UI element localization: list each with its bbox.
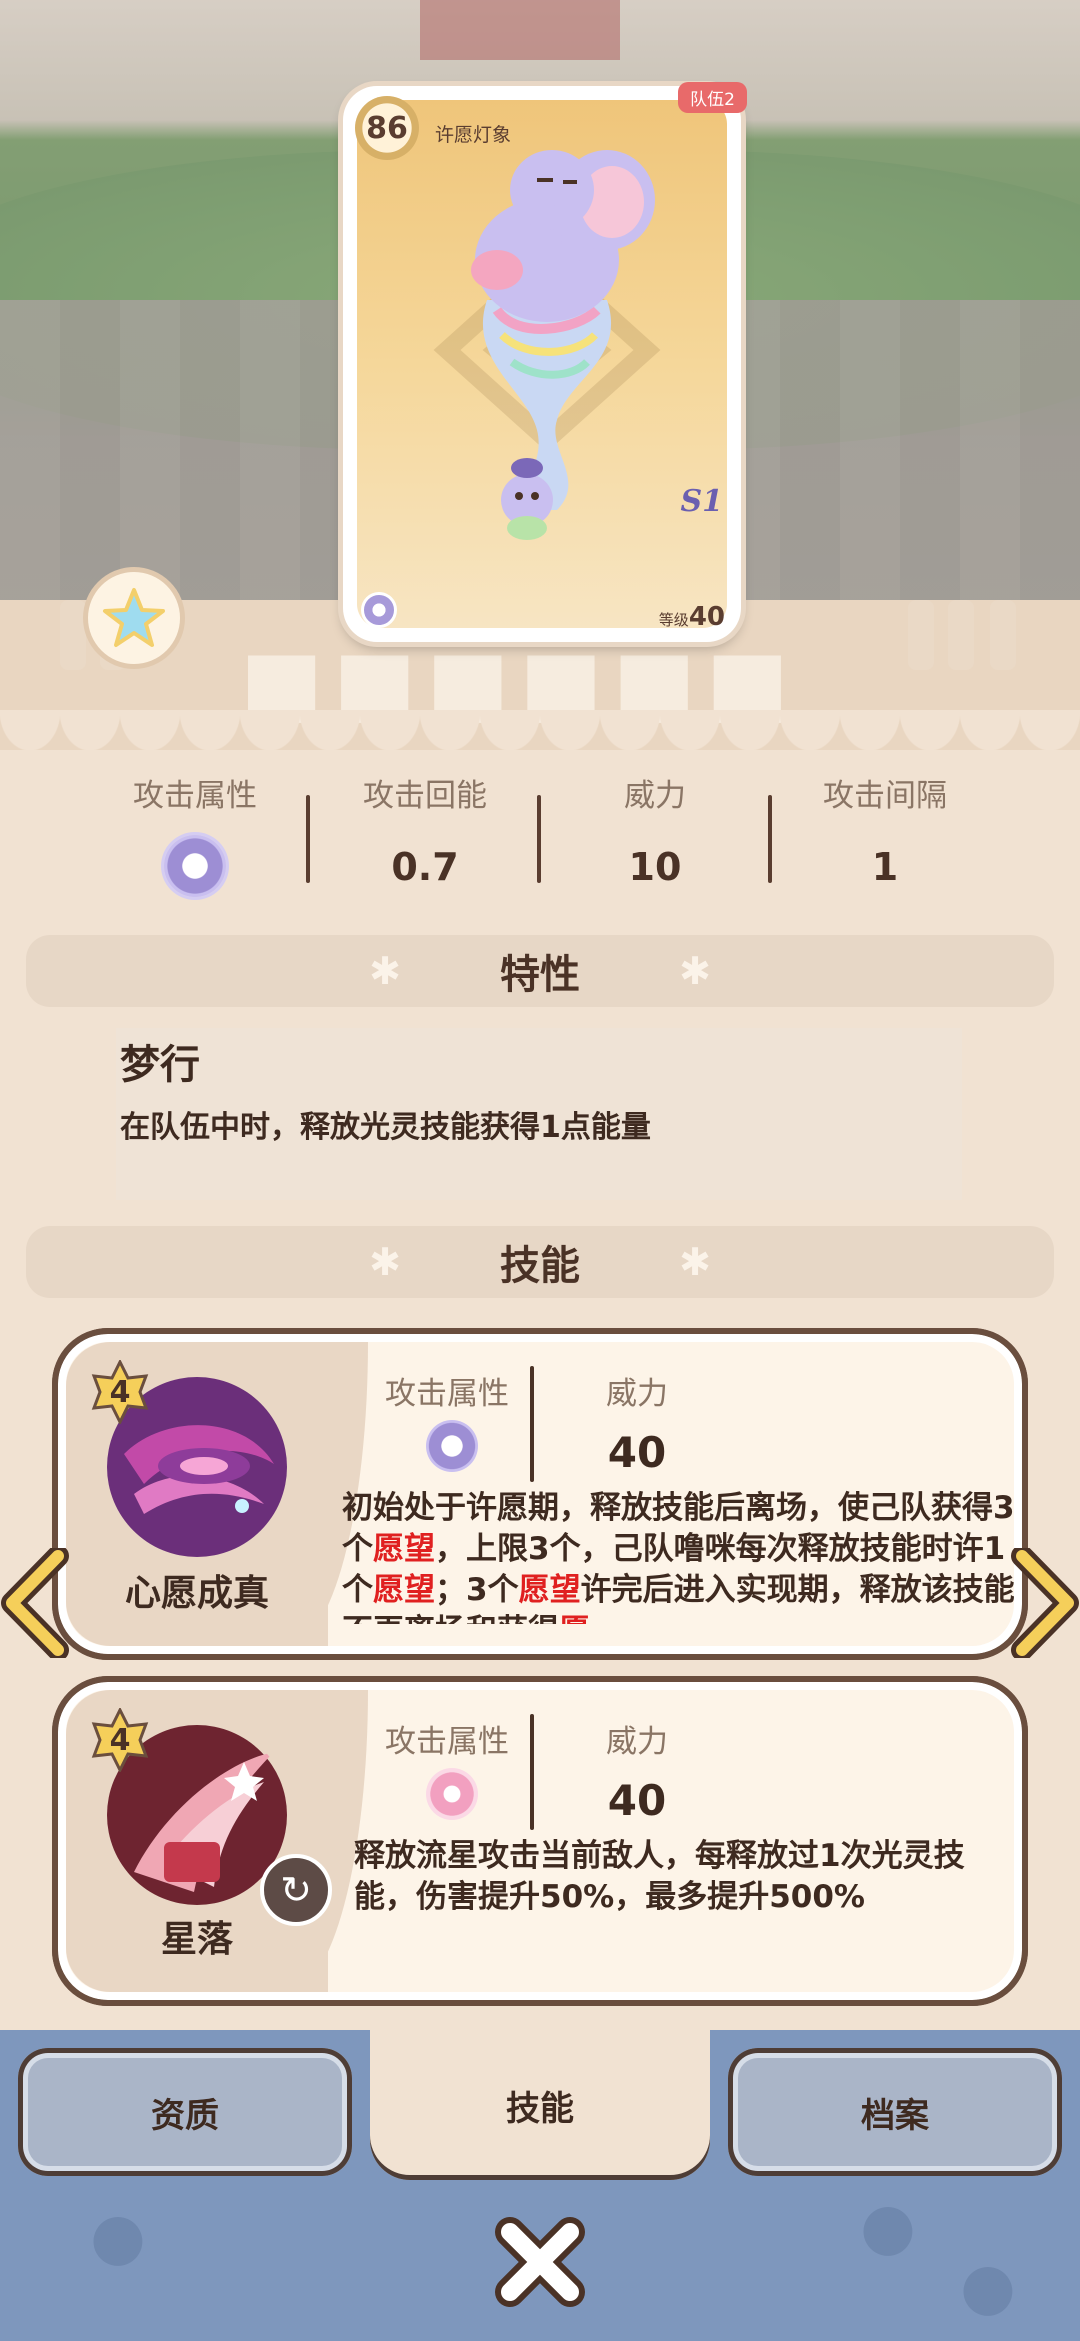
skill-attr-label: 攻击属性	[385, 1724, 509, 1760]
skill-cost: 4	[109, 1722, 131, 1758]
skill-power: 40	[607, 1428, 667, 1477]
tab-archive[interactable]: 档案	[728, 2048, 1062, 2176]
stat-value: 10	[628, 845, 682, 889]
stat-value: 1	[871, 845, 899, 889]
desc-keyword: 愿	[559, 1613, 590, 1624]
skill-power: 40	[607, 1776, 667, 1825]
skill-description: 释放流星攻击当前敌人，每释放过1次光灵技能，伤害提升50%，最多提升500%	[354, 1838, 965, 1915]
chevron-left-icon[interactable]	[0, 1548, 70, 1658]
section-title: 特性	[500, 952, 580, 998]
skills-section-header: ✱ 技能 ✱	[26, 1226, 1054, 1298]
card-level: 等级40	[659, 602, 725, 632]
skill-name: 星落	[160, 1919, 233, 1960]
team-tag: 队伍2	[678, 82, 747, 113]
traits-section-header: ✱ 特性 ✱	[26, 935, 1054, 1007]
wish-lamp-elephant-art	[471, 150, 655, 540]
skill-power-label: 威力	[606, 1724, 668, 1760]
trait-name: 梦行	[120, 1042, 200, 1088]
light-element-icon	[164, 835, 226, 897]
skill-divider	[530, 1714, 534, 1830]
favorite-star-button[interactable]	[88, 572, 180, 664]
chevron-right-icon[interactable]	[1010, 1548, 1080, 1658]
skill-power-label: 威力	[606, 1376, 668, 1412]
stat-power: 威力 10	[540, 770, 770, 889]
paw-icon: ●	[860, 2190, 916, 2264]
stat-label: 攻击回能	[363, 778, 487, 814]
paw-icon: ●	[90, 2200, 146, 2274]
petal-element-icon	[426, 1768, 478, 1820]
skill-card-wish-come-true[interactable]: 4 心愿成真 攻击属性 威力 40 初始处于许愿期，释放技能后离场，使己队获得3…	[52, 1328, 1028, 1660]
character-card[interactable]: 86 许愿灯象 队伍2 S1 等级40	[343, 82, 747, 642]
paw-deco-icon: ✱	[679, 949, 711, 993]
stat-label: 威力	[624, 778, 686, 814]
stat-divider	[768, 795, 772, 883]
skill-cost-badge: 4	[88, 1708, 152, 1772]
paw-deco-icon: ✱	[369, 949, 401, 993]
card-level-badge: 86	[355, 96, 419, 160]
stat-divider	[537, 795, 541, 883]
fence-scallop	[0, 710, 1080, 750]
skill-cost-badge: 4	[88, 1360, 152, 1424]
light-element-icon	[361, 592, 397, 628]
stat-label: 攻击属性	[133, 778, 257, 814]
close-icon[interactable]	[492, 2214, 588, 2310]
stat-attack-attribute: 攻击属性	[80, 770, 310, 897]
skill-card-star-fall[interactable]: 4 ↻ 星落 攻击属性 威力 40 释放流星攻击当前敌人，每释放过1次光灵技能，…	[52, 1676, 1028, 2006]
stat-value: 0.7	[391, 845, 459, 889]
card-level-value: 40	[688, 602, 725, 632]
trait-description: 在队伍中时，释放光灵技能获得1点能量	[120, 1110, 651, 1145]
paw-deco-icon: ✱	[369, 1240, 401, 1284]
stat-attack-interval: 攻击间隔 1	[770, 770, 1000, 889]
skill-divider	[530, 1366, 534, 1482]
tab-skills[interactable]: 技能	[370, 2030, 710, 2180]
season-mark: S1	[680, 484, 723, 519]
desc-keyword: 愿望	[373, 1531, 435, 1567]
tab-aptitude[interactable]: 资质	[18, 2048, 352, 2176]
paw-icon: ●	[960, 2250, 1016, 2324]
light-element-icon	[426, 1420, 478, 1472]
card-art	[357, 100, 727, 628]
desc-text: ；3个	[435, 1572, 519, 1608]
paw-deco-icon: ✱	[679, 1240, 711, 1284]
skill-description: 初始处于许愿期，释放技能后离场，使己队获得3个愿望，上限3个，己队噜咪每次释放技…	[342, 1488, 1018, 1624]
star-icon	[103, 588, 165, 647]
skill-attr-label: 攻击属性	[385, 1376, 509, 1412]
card-name: 许愿灯象	[435, 124, 512, 146]
stat-attack-energy: 攻击回能 0.7	[310, 770, 540, 889]
desc-keyword: 愿望	[373, 1572, 435, 1608]
stat-label: 攻击间隔	[823, 778, 947, 814]
desc-keyword: 愿望	[518, 1572, 581, 1608]
skill-cost: 4	[109, 1374, 131, 1410]
stat-divider	[306, 795, 310, 883]
skill-name: 心愿成真	[124, 1573, 269, 1614]
section-title: 技能	[500, 1243, 580, 1289]
card-level-label: 等级	[658, 611, 689, 629]
